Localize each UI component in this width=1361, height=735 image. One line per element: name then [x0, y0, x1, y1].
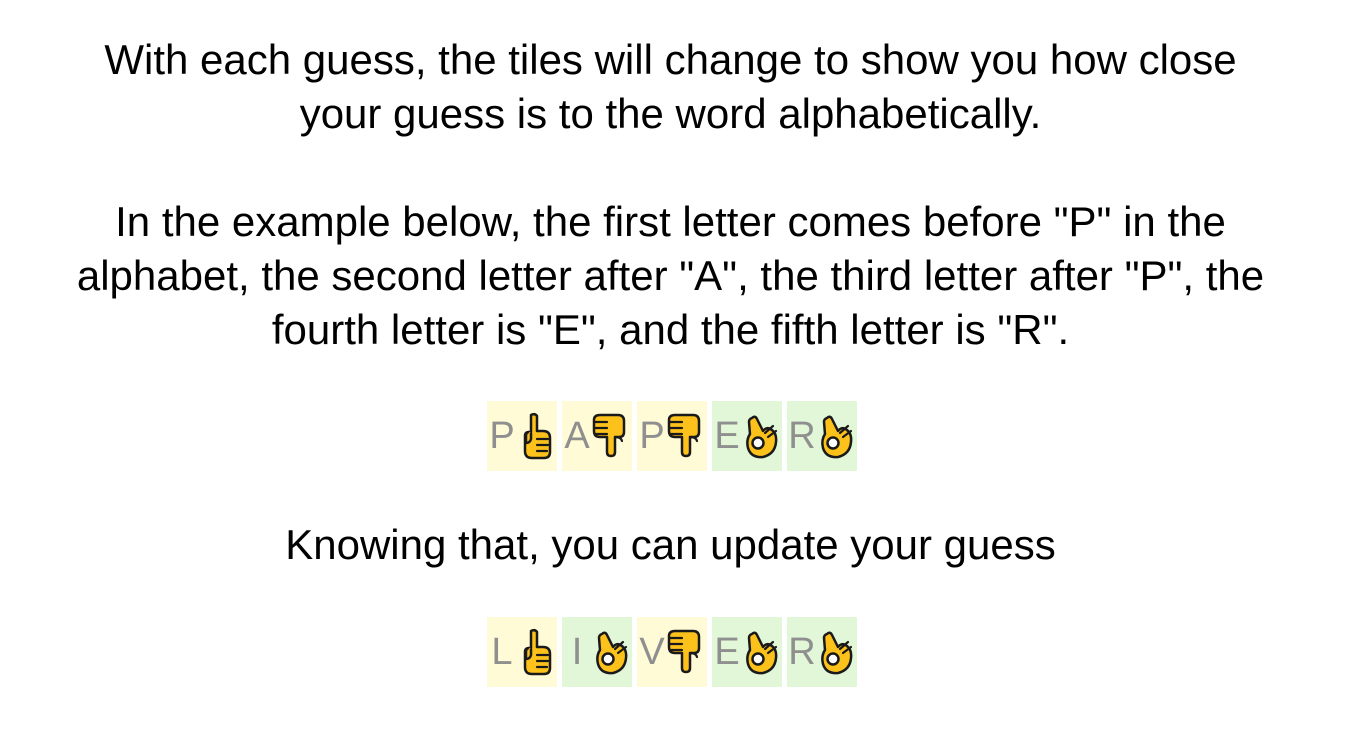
tile-letter: L: [491, 630, 513, 673]
tile-letter: E: [714, 630, 740, 673]
letter-tile: R: [787, 617, 857, 687]
example-tile-row: P A P E R: [487, 401, 857, 471]
pointing-down-icon: [666, 628, 706, 676]
pointing-down-icon: [666, 412, 706, 460]
ok-hand-icon: [741, 412, 781, 460]
pointing-up-icon: [516, 412, 556, 460]
tile-letter: R: [788, 414, 816, 457]
ok-hand-icon: [816, 628, 856, 676]
tile-letter: I: [571, 630, 583, 673]
ok-hand-icon: [591, 628, 631, 676]
intro-line: your guess is to the word alphabetically…: [299, 90, 1042, 137]
intro-paragraph: With each guess, the tiles will change t…: [0, 33, 1341, 141]
update-tile-row: L I V E R: [487, 617, 857, 687]
knowing-paragraph: Knowing that, you can update your guess: [0, 518, 1341, 572]
tile-letter: P: [639, 414, 665, 457]
help-page: With each guess, the tiles will change t…: [0, 0, 1361, 735]
letter-tile: E: [712, 401, 782, 471]
tile-letter: E: [714, 414, 740, 457]
letter-tile: V: [637, 617, 707, 687]
knowing-line: Knowing that, you can update your guess: [285, 521, 1056, 568]
example-line: alphabet, the second letter after "A", t…: [76, 252, 1265, 299]
tile-letter: V: [639, 630, 665, 673]
example-line: In the example below, the first letter c…: [115, 198, 1226, 245]
letter-tile: I: [562, 617, 632, 687]
letter-tile: L: [487, 617, 557, 687]
intro-line: With each guess, the tiles will change t…: [104, 36, 1237, 83]
letter-tile: R: [787, 401, 857, 471]
ok-hand-icon: [741, 628, 781, 676]
pointing-up-icon: [516, 628, 556, 676]
tile-letter: R: [788, 630, 816, 673]
example-line: fourth letter is "E", and the fifth lett…: [271, 306, 1070, 353]
tile-letter: P: [489, 414, 515, 457]
letter-tile: P: [487, 401, 557, 471]
example-paragraph: In the example below, the first letter c…: [0, 195, 1341, 357]
letter-tile: E: [712, 617, 782, 687]
letter-tile: A: [562, 401, 632, 471]
tile-letter: A: [564, 414, 590, 457]
ok-hand-icon: [816, 412, 856, 460]
letter-tile: P: [637, 401, 707, 471]
pointing-down-icon: [591, 412, 631, 460]
